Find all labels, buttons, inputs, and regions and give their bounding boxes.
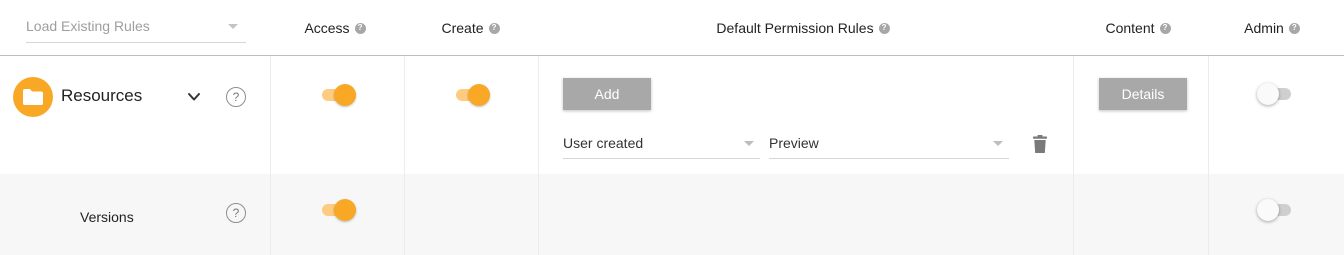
caret-down-icon [744, 141, 754, 146]
help-icon[interactable]: ? [488, 22, 500, 34]
toggle-knob [334, 199, 356, 221]
resources-access-toggle[interactable] [322, 83, 358, 107]
toggle-knob [334, 84, 356, 106]
caret-down-icon [993, 141, 1003, 146]
folder-icon [13, 77, 53, 117]
toggle-knob [468, 84, 490, 106]
resources-access-cell [271, 56, 405, 174]
table-header: Load Existing Rules Access ? Create ? De… [0, 0, 1344, 56]
rule-permission-value: Preview [769, 135, 819, 151]
resources-admin-cell [1209, 56, 1344, 174]
column-header-default-rules: Default Permission Rules ? [690, 18, 916, 38]
add-rule-button[interactable]: Add [563, 78, 651, 110]
column-header-admin: Admin ? [1220, 18, 1324, 38]
help-icon[interactable]: ? [1288, 22, 1300, 34]
resource-name: Versions [80, 209, 134, 225]
details-button[interactable]: Details [1099, 78, 1187, 110]
column-header-content-label: Content [1105, 20, 1155, 36]
column-header-access: Access ? [290, 18, 380, 38]
trash-icon[interactable] [1033, 135, 1047, 153]
column-header-create: Create ? [423, 18, 518, 38]
column-header-access-label: Access [304, 20, 350, 36]
versions-content-cell [1074, 174, 1209, 255]
versions-create-cell [405, 174, 539, 255]
caret-down-icon [228, 24, 238, 29]
versions-access-toggle[interactable] [322, 198, 358, 222]
column-header-default-rules-label: Default Permission Rules [716, 20, 874, 36]
resources-admin-toggle[interactable] [1257, 82, 1293, 106]
help-circle-icon[interactable]: ? [226, 87, 246, 107]
toggle-knob [1257, 199, 1279, 221]
help-glyph: ? [232, 90, 240, 104]
resources-create-cell [405, 56, 539, 174]
help-icon[interactable]: ? [1159, 22, 1171, 34]
rule-source-value: User created [563, 135, 644, 151]
column-header-content: Content ? [1085, 18, 1191, 38]
load-existing-rules-select[interactable]: Load Existing Rules [26, 10, 246, 43]
toggle-knob [1257, 83, 1279, 105]
load-existing-rules-value: Load Existing Rules [26, 18, 150, 34]
column-header-admin-label: Admin [1244, 20, 1284, 36]
rule-source-select[interactable]: User created [563, 128, 760, 159]
help-icon[interactable]: ? [878, 22, 890, 34]
help-circle-icon[interactable]: ? [226, 203, 246, 223]
rule-permission-select[interactable]: Preview [769, 128, 1009, 159]
help-glyph: ? [232, 206, 240, 220]
resources-create-toggle[interactable] [456, 83, 492, 107]
help-icon[interactable]: ? [354, 22, 366, 34]
resource-name: Resources [61, 86, 143, 105]
versions-rules-cell [539, 174, 1074, 255]
column-header-create-label: Create [441, 20, 484, 36]
chevron-down-icon[interactable] [186, 90, 202, 104]
versions-admin-toggle[interactable] [1257, 198, 1293, 222]
resources-content-cell [1074, 56, 1209, 174]
